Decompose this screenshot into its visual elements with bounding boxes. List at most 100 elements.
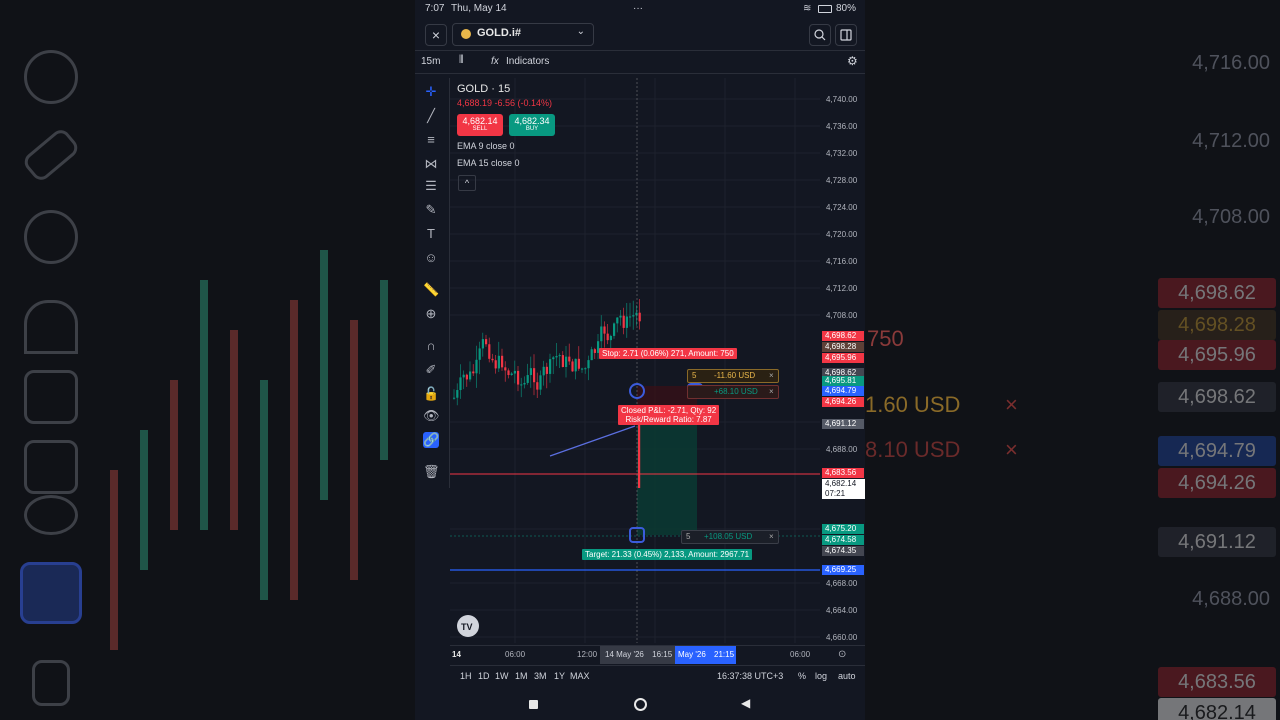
- candle-body: [501, 355, 504, 368]
- price-tag: 4,674.58: [822, 535, 864, 545]
- symbol-selector[interactable]: GOLD.i# ⌄: [452, 23, 594, 46]
- range-1d-button[interactable]: 1D: [478, 671, 490, 681]
- price-axis-label: 4,736.00: [826, 122, 858, 131]
- sell-label: SELL: [472, 126, 488, 132]
- position-chip[interactable]: 5 +108.05 USD ×: [681, 530, 779, 544]
- candle-body: [526, 375, 529, 383]
- recents-icon[interactable]: [529, 700, 538, 709]
- price-axis-label: 4,660.00: [826, 633, 858, 642]
- fib-icon[interactable]: ≡: [423, 132, 439, 148]
- candle-body: [568, 356, 571, 362]
- ema-15-legend[interactable]: EMA 15 close 0: [457, 158, 520, 168]
- candle-body: [469, 371, 472, 380]
- goto-settings-icon[interactable]: ⊙: [838, 649, 846, 660]
- close-position-icon[interactable]: ×: [769, 370, 774, 382]
- price-axis-label: 4,720.00: [826, 230, 858, 239]
- range-bar: 1H 1D 1W 1M 3M 1Y MAX 16:37:38 UTC+3 % l…: [450, 665, 865, 688]
- bg-price-tag: 4,698.62: [1158, 382, 1276, 412]
- phone-screen: 7:07 Thu, May 14 ··· ≋ 80% × GOLD.i# ⌄ 1…: [415, 0, 865, 720]
- bg-close-icon: ×: [1005, 437, 1018, 462]
- range-max-button[interactable]: MAX: [570, 671, 590, 681]
- range-1h-button[interactable]: 1H: [460, 671, 472, 681]
- back-icon[interactable]: ◀: [741, 696, 750, 710]
- position-chip[interactable]: 5 -11.60 USD ×: [687, 369, 779, 383]
- lock-drawing-icon[interactable]: ✐: [423, 362, 439, 378]
- candle-body: [552, 357, 555, 360]
- candle-body: [539, 375, 542, 390]
- zoom-icon[interactable]: ⊕: [423, 306, 439, 322]
- trash-icon[interactable]: 🗑: [423, 464, 440, 480]
- price-axis-label: 4,708.00: [826, 311, 858, 320]
- lock-icon[interactable]: 🔓: [423, 386, 439, 402]
- close-position-icon[interactable]: ×: [769, 386, 774, 398]
- candle-body: [465, 374, 468, 380]
- collapse-legend-button[interactable]: ^: [458, 175, 476, 191]
- interval-button[interactable]: 15m: [421, 56, 440, 67]
- bg-price-label: 4,716.00: [1192, 52, 1270, 74]
- link-icon[interactable]: 🔗: [423, 432, 439, 448]
- price-tag: 4,695.81: [822, 376, 864, 386]
- target-label: Target: 21.33 (0.45%) 2,133, Amount: 296…: [582, 549, 753, 560]
- log-toggle[interactable]: log: [815, 671, 827, 681]
- candle-body: [536, 382, 539, 390]
- status-bar: 7:07 Thu, May 14 ··· ≋ 80%: [415, 0, 865, 18]
- time-label: 06:00: [505, 650, 526, 659]
- candle-body: [606, 333, 609, 341]
- bg-amount-label: 750: [867, 326, 904, 351]
- prediction-icon[interactable]: ☰: [423, 178, 439, 194]
- home-icon[interactable]: [634, 698, 647, 711]
- price-tag: 4,694.79: [822, 386, 864, 396]
- battery-percent: 80%: [836, 3, 857, 14]
- candle-body: [507, 370, 510, 376]
- range-1y-button[interactable]: 1Y: [554, 671, 565, 681]
- bg-trash-icon: [32, 660, 70, 706]
- indicators-button[interactable]: Indicators: [506, 56, 549, 67]
- time-axis[interactable]: 14 06:00 12:00 14 May '26 16:15 May '26 …: [450, 645, 865, 664]
- legend-change: 4,688.19 -6.56 (-0.14%): [457, 98, 553, 108]
- buy-button[interactable]: 4,682.34 BUY: [509, 114, 555, 136]
- candle-body: [609, 335, 612, 341]
- range-1w-button[interactable]: 1W: [495, 671, 509, 681]
- trend-line-icon[interactable]: ╱: [423, 108, 439, 124]
- brush-icon[interactable]: ✎: [423, 202, 439, 218]
- candle-body: [629, 316, 632, 318]
- ruler-icon[interactable]: 📏: [423, 282, 439, 298]
- ema-9-legend[interactable]: EMA 9 close 0: [457, 141, 515, 151]
- candle-body: [475, 359, 478, 374]
- candle-type-icon[interactable]: ⫴: [459, 54, 464, 67]
- price-axis[interactable]: 4,740.00 4,736.00 4,732.00 4,728.00 4,724.00…: [820, 78, 865, 643]
- range-1m-button[interactable]: 1M: [515, 671, 528, 681]
- crosshair-icon[interactable]: ✛: [423, 84, 439, 100]
- status-date: Thu, May 14: [451, 3, 507, 14]
- price-axis-label: 4,688.00: [826, 445, 858, 454]
- percent-toggle[interactable]: %: [798, 671, 806, 681]
- bg-price-tag: 4,691.12: [1158, 527, 1276, 557]
- risk-reward-text: Risk/Reward Ratio: 7.87: [625, 415, 712, 424]
- bg-ruler-icon: [20, 126, 82, 184]
- layout-button[interactable]: [835, 24, 857, 46]
- utc-clock[interactable]: 16:37:38 UTC+3: [717, 671, 783, 681]
- text-icon[interactable]: T: [423, 226, 439, 242]
- bar-countdown: 07:21: [825, 489, 846, 498]
- bg-price-tag: 4,694.26: [1158, 468, 1276, 498]
- candle-body: [613, 323, 616, 336]
- close-position-icon[interactable]: ×: [769, 531, 774, 543]
- sell-button[interactable]: 4,682.14 SELL: [457, 114, 503, 136]
- magnet-icon[interactable]: ∩: [423, 338, 439, 354]
- settings-icon[interactable]: ⚙: [847, 54, 858, 68]
- position-chip[interactable]: +68.10 USD ×: [687, 385, 779, 399]
- candle-body: [549, 359, 552, 374]
- search-button[interactable]: [809, 24, 831, 46]
- range-3m-button[interactable]: 3M: [534, 671, 547, 681]
- close-button[interactable]: ×: [425, 24, 447, 46]
- bg-price-label: 4,688.00: [1192, 588, 1270, 610]
- candle-body: [619, 315, 622, 318]
- candle-body: [529, 368, 532, 376]
- emoji-icon[interactable]: ☺: [423, 250, 439, 266]
- candle-body: [453, 397, 456, 399]
- candle-body: [456, 390, 459, 398]
- auto-toggle[interactable]: auto: [838, 671, 856, 681]
- eye-icon[interactable]: 👁: [423, 408, 440, 424]
- candle-body: [488, 344, 491, 359]
- pattern-icon[interactable]: ⋈: [423, 156, 439, 172]
